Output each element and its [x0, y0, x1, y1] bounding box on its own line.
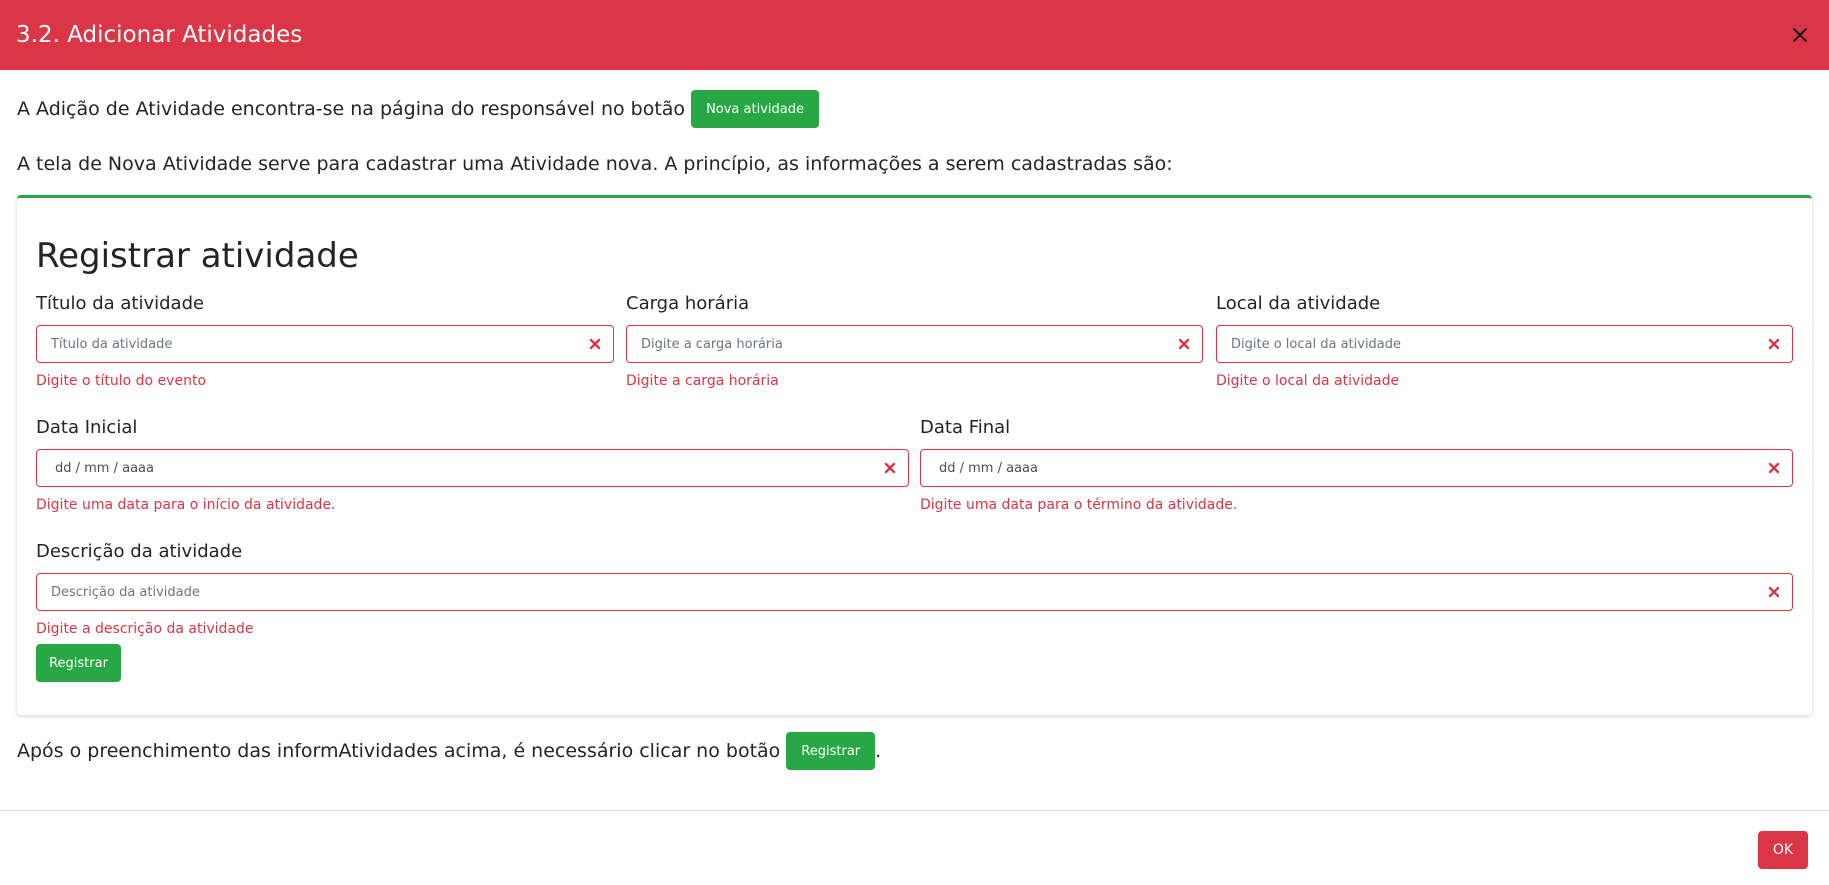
titulo-input[interactable]	[37, 326, 613, 362]
modal-title: 3.2. Adicionar Atividades	[16, 22, 303, 48]
local-label: Local da atividade	[1216, 293, 1381, 314]
ok-button[interactable]: OK	[1758, 831, 1808, 869]
registrar-button[interactable]: Registrar	[36, 644, 121, 682]
data-final-input-wrapper	[920, 449, 1793, 487]
data-final-input[interactable]	[921, 450, 1792, 486]
error-x-icon	[1768, 462, 1780, 474]
footer-divider	[0, 810, 1829, 811]
error-x-icon	[884, 462, 896, 474]
descricao-label: Descrição da atividade	[36, 541, 243, 562]
instruction-paragraph: Após o preenchimento das informAtividade…	[17, 732, 881, 770]
error-x-icon	[1768, 586, 1780, 598]
titulo-label: Título da atividade	[36, 293, 205, 314]
carga-input-wrapper	[626, 325, 1203, 363]
descricao-input-wrapper	[36, 573, 1793, 611]
local-error: Digite o local da atividade	[1216, 373, 1400, 389]
nova-atividade-button[interactable]: Nova atividade	[691, 90, 819, 128]
carga-input[interactable]	[627, 326, 1202, 362]
titulo-error: Digite o título do evento	[36, 373, 207, 389]
close-icon	[1793, 28, 1807, 42]
field-local: Local da atividade Digite o local da ati…	[1216, 293, 1793, 389]
data-inicial-input[interactable]	[37, 450, 908, 486]
close-button[interactable]	[1785, 20, 1815, 50]
local-input-wrapper	[1216, 325, 1793, 363]
titulo-input-wrapper	[36, 325, 614, 363]
registrar-inline-button[interactable]: Registrar	[786, 732, 876, 770]
form-title: Registrar atividade	[36, 236, 359, 276]
local-input[interactable]	[1217, 326, 1792, 362]
instruction-text: Após o preenchimento das informAtividade…	[17, 740, 781, 762]
intro-paragraph-1: A Adição de Atividade encontra-se na pág…	[17, 90, 819, 128]
error-x-icon	[1178, 338, 1190, 350]
error-x-icon	[589, 338, 601, 350]
carga-label: Carga horária	[626, 293, 750, 314]
field-descricao: Descrição da atividade Digite a descriçã…	[36, 541, 1793, 637]
error-x-icon	[1768, 338, 1780, 350]
field-data-final: Data Final Digite uma data para o términ…	[920, 417, 1793, 513]
descricao-input[interactable]	[37, 574, 1792, 610]
data-inicial-label: Data Inicial	[36, 417, 138, 438]
modal-header: 3.2. Adicionar Atividades	[0, 0, 1829, 70]
field-carga-horaria: Carga horária Digite a carga horária	[626, 293, 1203, 389]
data-inicial-error: Digite uma data para o início da ativida…	[36, 497, 336, 513]
field-titulo: Título da atividade Digite o título do e…	[36, 293, 614, 389]
intro-paragraph-2: A tela de Nova Atividade serve para cada…	[17, 153, 1173, 175]
intro-text-1: A Adição de Atividade encontra-se na pág…	[17, 98, 686, 120]
instruction-period: .	[875, 740, 882, 762]
data-final-error: Digite uma data para o término da ativid…	[920, 497, 1238, 513]
data-inicial-input-wrapper	[36, 449, 909, 487]
data-final-label: Data Final	[920, 417, 1011, 438]
descricao-error: Digite a descrição da atividade	[36, 621, 254, 637]
register-activity-card: Registrar atividade Título da atividade …	[17, 195, 1812, 715]
field-data-inicial: Data Inicial Digite uma data para o iníc…	[36, 417, 909, 513]
carga-error: Digite a carga horária	[626, 373, 779, 389]
